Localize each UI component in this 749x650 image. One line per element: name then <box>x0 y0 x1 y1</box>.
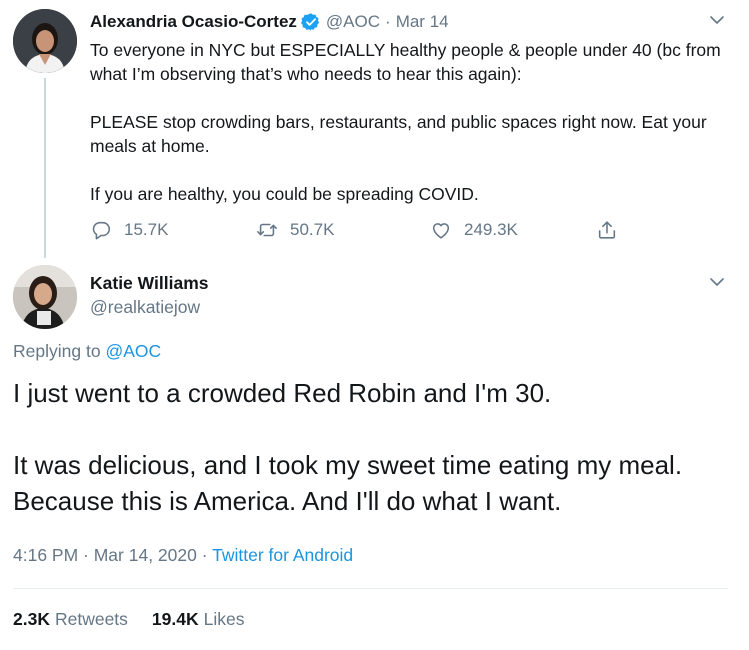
tweet-text: To everyone in NYC but ESPECIALLY health… <box>90 38 730 206</box>
author-name[interactable]: Katie Williams <box>90 273 209 294</box>
reply-icon <box>92 221 111 240</box>
like-count: 249.3K <box>464 220 518 239</box>
tweet-metadata: 4:16 PM · Mar 14, 2020 · Twitter for And… <box>13 545 353 566</box>
tweet-timestamp[interactable]: 4:16 PM · Mar 14, 2020 <box>13 545 197 565</box>
author-name[interactable]: Alexandria Ocasio-Cortez <box>90 12 297 32</box>
tweet-date[interactable]: Mar 14 <box>396 12 449 32</box>
tweet-text: I just went to a crowded Red Robin and I… <box>13 375 738 519</box>
divider <box>13 588 728 589</box>
tweet-stats: 2.3K Retweets 19.4K Likes <box>13 609 244 630</box>
share-button[interactable] <box>596 215 630 245</box>
tweet-header: Alexandria Ocasio-Cortez @AOC · Mar 14 <box>90 11 449 33</box>
retweet-icon <box>257 223 277 237</box>
likes-count: 19.4K <box>151 609 199 629</box>
likes-label: Likes <box>203 609 245 629</box>
tweet-paragraph: To everyone in NYC but ESPECIALLY health… <box>90 40 721 84</box>
retweets-count: 2.3K <box>13 609 50 629</box>
verified-badge-icon <box>300 13 319 31</box>
separator-dot: · <box>385 12 391 31</box>
author-handle[interactable]: @realkatiejow <box>90 297 200 318</box>
retweet-button[interactable]: 50.7K <box>256 215 334 245</box>
like-button[interactable]: 249.3K <box>430 215 518 245</box>
tweet-paragraph: It was delicious, and I took my sweet ti… <box>13 450 683 516</box>
avatar-image-icon <box>13 265 77 329</box>
tweet-paragraph: If you are healthy, you could be spreadi… <box>90 184 479 204</box>
replying-to-line: Replying to @AOC <box>13 341 161 362</box>
avatar[interactable] <box>13 265 77 329</box>
replying-to-link[interactable]: @AOC <box>105 341 161 361</box>
tweet-source-link[interactable]: Twitter for Android <box>212 545 353 565</box>
replying-to-label: Replying to <box>13 341 101 361</box>
likes-stat[interactable]: 19.4K Likes <box>152 609 245 630</box>
heart-icon <box>432 223 450 239</box>
reply-count: 15.7K <box>124 220 169 239</box>
tweet-paragraph: I just went to a crowded Red Robin and I… <box>13 378 552 408</box>
avatar-image-icon <box>13 9 77 73</box>
tweet-actions: 15.7K 50.7K 249.3K <box>90 215 650 245</box>
retweets-stat[interactable]: 2.3K Retweets <box>13 609 128 630</box>
separator-dot: · <box>201 545 208 565</box>
chevron-down-icon[interactable] <box>708 273 726 291</box>
tweet-paragraph: PLEASE stop crowding bars, restaurants, … <box>90 112 707 156</box>
reply-button[interactable]: 15.7K <box>90 215 168 245</box>
author-handle[interactable]: @AOC <box>326 12 380 32</box>
thread-connector-line <box>44 78 46 258</box>
retweet-count: 50.7K <box>290 220 335 239</box>
retweets-label: Retweets <box>54 609 128 629</box>
share-icon <box>598 221 616 239</box>
chevron-down-icon[interactable] <box>708 11 726 29</box>
avatar[interactable] <box>13 9 77 73</box>
